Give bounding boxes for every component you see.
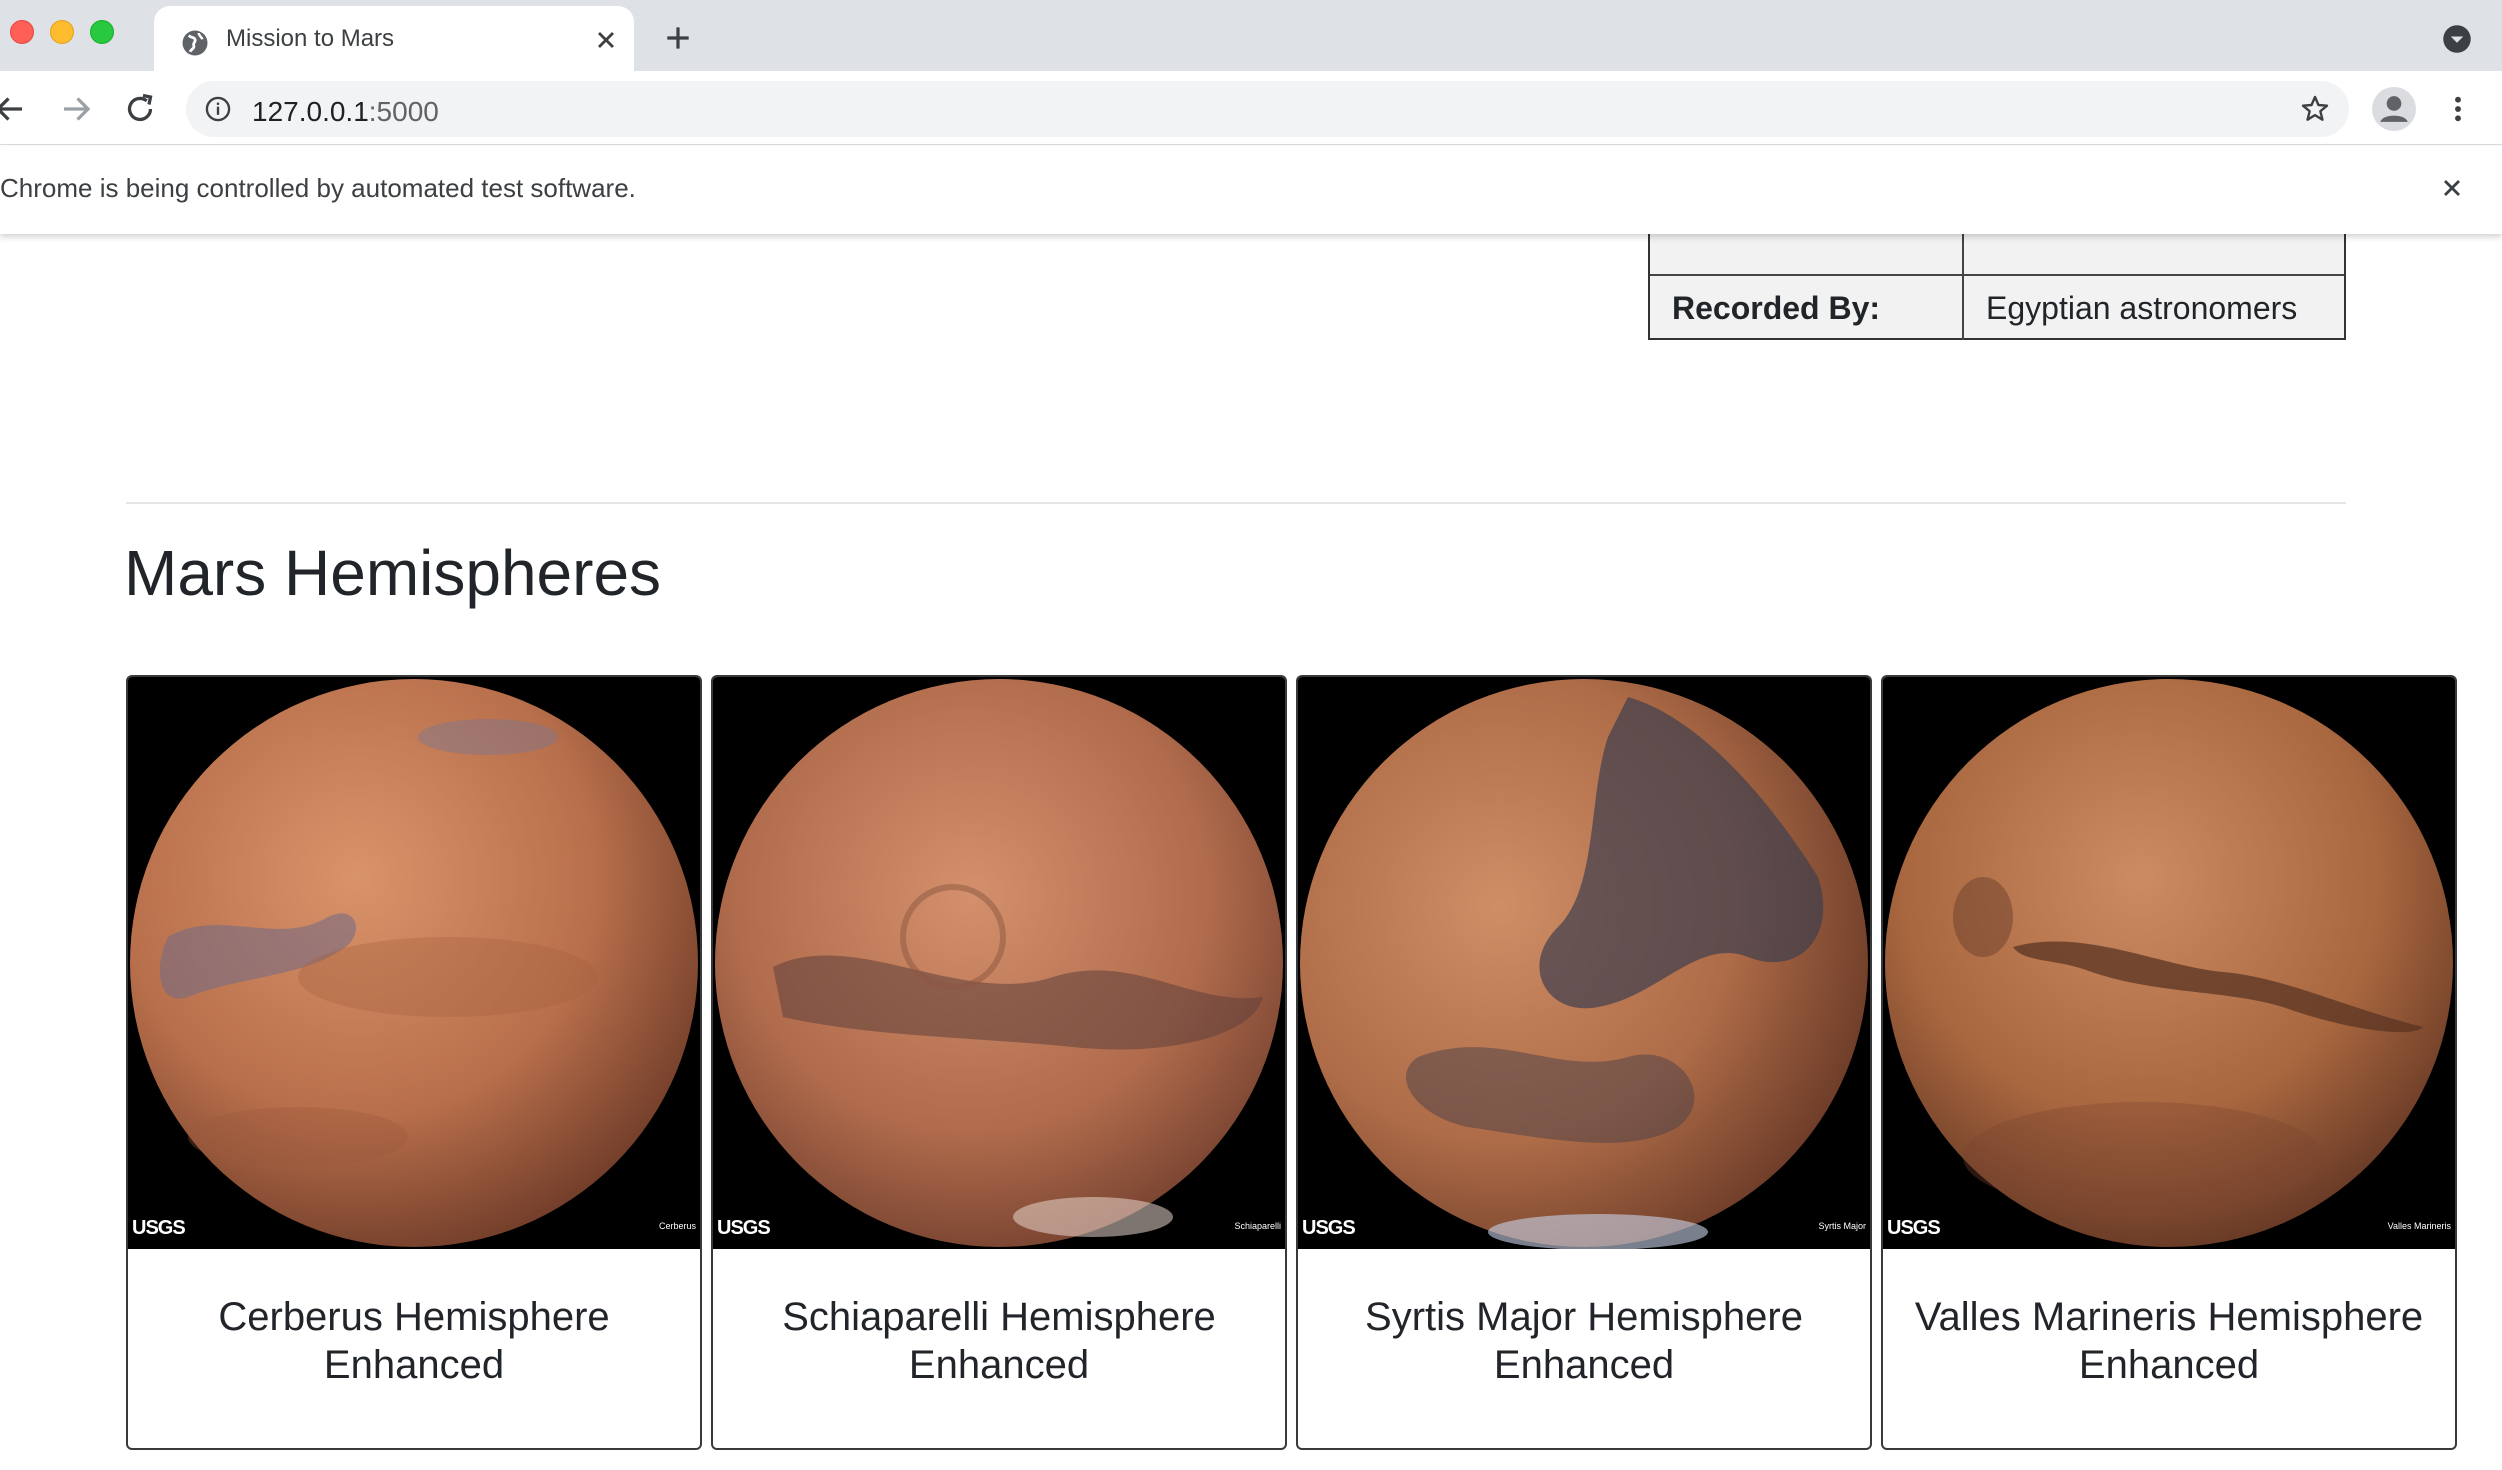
mars-globe-image (715, 679, 1283, 1247)
hemisphere-card-schiaparelli[interactable]: USGS Schiaparelli Schiaparelli Hemispher… (711, 675, 1287, 1450)
facts-label: Recorded By: (1672, 290, 1881, 326)
mars-globe-image (1885, 679, 2453, 1247)
browser-toolbar: 127.0.0.1:5000 (0, 71, 2502, 145)
address-bar[interactable]: 127.0.0.1:5000 (186, 81, 2349, 137)
hemisphere-image[interactable]: USGS Schiaparelli (713, 677, 1285, 1249)
hemisphere-card-valles-marineris[interactable]: USGS Valles Marineris Valles Marineris H… (1881, 675, 2457, 1450)
arrow-right-icon[interactable] (58, 91, 94, 127)
image-caption: Valles Marineris (2387, 1221, 2451, 1231)
hemisphere-title[interactable]: Valles Marineris Hemisphere Enhanced (1893, 1293, 2445, 1389)
usgs-logo: USGS (132, 1217, 186, 1239)
arrow-left-icon[interactable] (0, 91, 28, 127)
kebab-menu-icon[interactable] (2442, 93, 2474, 125)
info-icon[interactable] (204, 95, 232, 123)
close-icon[interactable] (592, 26, 620, 54)
hemisphere-image[interactable]: USGS Cerberus (128, 677, 700, 1249)
image-caption: Syrtis Major (1818, 1221, 1866, 1231)
mars-facts-table: Recorded By: Egyptian astronomers (1648, 234, 2346, 340)
usgs-logo: USGS (1302, 1217, 1356, 1239)
hemisphere-card-syrtis-major[interactable]: USGS Syrtis Major Syrtis Major Hemispher… (1296, 675, 1872, 1450)
table-row: Recorded By: Egyptian astronomers (1650, 276, 2344, 340)
table-row (1650, 234, 2344, 276)
automation-infobar: Chrome is being controlled by automated … (0, 146, 2502, 234)
plus-icon[interactable] (662, 22, 694, 54)
hemisphere-image[interactable]: USGS Syrtis Major (1298, 677, 1870, 1249)
usgs-logo: USGS (1887, 1217, 1941, 1239)
hemisphere-image[interactable]: USGS Valles Marineris (1883, 677, 2455, 1249)
facts-value: Egyptian astronomers (1986, 290, 2298, 326)
url-port: :5000 (368, 96, 439, 127)
mars-globe-image (130, 679, 698, 1247)
usgs-logo: USGS (717, 1217, 771, 1239)
tab-mission-to-mars[interactable]: Mission to Mars (154, 6, 634, 71)
section-divider (126, 502, 2346, 504)
section-title: Mars Hemispheres (124, 537, 662, 609)
url-host: 127.0.0.1 (252, 96, 369, 127)
hemisphere-title[interactable]: Cerberus Hemisphere Enhanced (138, 1293, 690, 1389)
star-icon[interactable] (2299, 93, 2331, 125)
hemisphere-card-cerberus[interactable]: USGS Cerberus Cerberus Hemisphere Enhanc… (126, 675, 702, 1450)
mars-globe-image (1300, 679, 1868, 1249)
page-viewport[interactable]: Recorded By: Egyptian astronomers Mars H… (0, 234, 2502, 1470)
close-icon[interactable] (2438, 174, 2466, 202)
url-text[interactable]: 127.0.0.1:5000 (252, 96, 439, 128)
tab-strip: Mission to Mars (0, 0, 2502, 71)
image-caption: Schiaparelli (1234, 1221, 1281, 1231)
reload-icon[interactable] (122, 91, 158, 127)
hemisphere-title[interactable]: Syrtis Major Hemisphere Enhanced (1308, 1293, 1860, 1389)
chevron-down-icon[interactable] (2442, 24, 2472, 54)
window-minimize-button[interactable] (50, 20, 74, 44)
infobar-message: Chrome is being controlled by automated … (0, 173, 636, 203)
person-icon[interactable] (2372, 87, 2416, 131)
table-column-divider (1962, 234, 1964, 340)
image-caption: Cerberus (658, 1221, 696, 1231)
window-maximize-button[interactable] (90, 20, 114, 44)
window-close-button[interactable] (10, 20, 34, 44)
hemisphere-title[interactable]: Schiaparelli Hemisphere Enhanced (723, 1293, 1275, 1389)
tab-title: Mission to Mars (226, 25, 395, 52)
globe-icon (182, 30, 208, 56)
